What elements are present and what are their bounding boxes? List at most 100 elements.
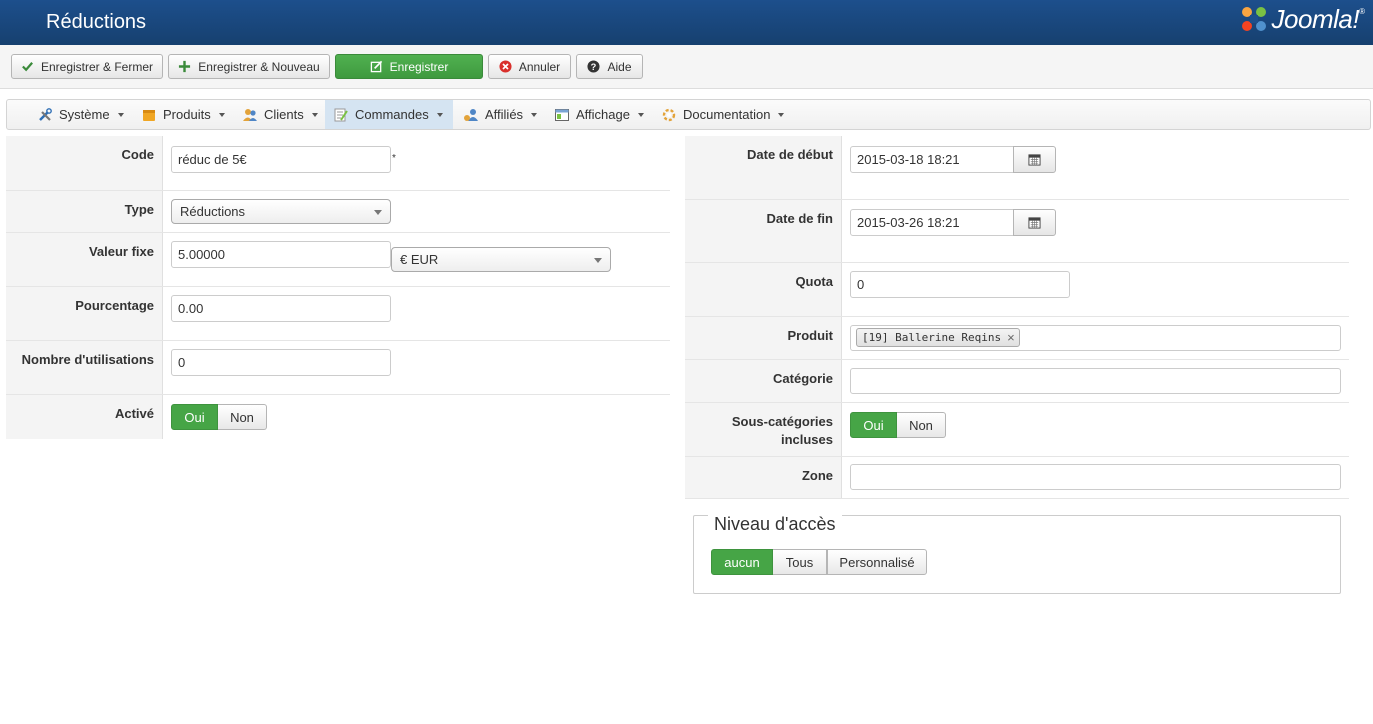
chevron-down-icon [778,112,785,117]
label-product: Produit [685,317,842,359]
quota-input[interactable]: 0 [850,271,1070,298]
menu-label-commandes: Commandes [355,107,429,122]
save-button[interactable]: Enregistrer [335,54,483,79]
chevron-down-icon [117,112,124,117]
menu-item-affilies[interactable]: Affiliés [455,100,545,129]
row-subcategories: Sous-catégories incluses [685,403,1349,457]
menu-label-affichage: Affichage [576,107,630,122]
uses-input[interactable]: 0 [171,349,391,376]
joomla-logo-icon [1241,7,1266,31]
menu-label-systeme: Système [59,107,110,122]
logo-registered: ® [1359,7,1365,16]
type-select[interactable]: Réductions [171,199,391,224]
currency-select-value: € EUR [400,252,439,267]
joomla-logo: Joomla! ® [1238,3,1365,35]
label-type: Type [6,191,163,232]
required-mark: * [392,153,396,164]
chevron-down-icon [374,210,382,215]
label-uses: Nombre d'utilisations [6,341,163,394]
label-code: Code [6,136,163,190]
orders-icon [334,108,348,121]
menu-item-documentation[interactable]: Documentation [653,100,792,129]
end-date-calendar-button[interactable] [1013,209,1056,236]
currency-select[interactable]: € EUR [391,247,611,272]
cancel-label: Annuler [518,59,561,74]
active-yes-option[interactable]: Oui [171,404,218,430]
box-icon [143,109,155,121]
access-option-none[interactable]: aucun [711,549,773,575]
chevron-down-icon [218,112,225,117]
access-option-custom[interactable]: Personnalisé [827,549,927,575]
active-toggle: Oui Non [171,404,267,430]
chevron-down-icon [436,112,443,117]
save-close-button[interactable]: Enregistrer & Fermer [11,54,163,79]
question-icon: ? [587,60,601,73]
label-active: Activé [6,395,163,439]
menu-label-documentation: Documentation [683,107,771,122]
menu-label-affilies: Affiliés [485,107,524,122]
save-close-label: Enregistrer & Fermer [40,59,154,74]
subcategories-yes-option[interactable]: Oui [850,412,897,438]
code-input[interactable]: réduc de 5€ [171,146,391,173]
access-level-toggle: aucun Tous Personnalisé [711,549,927,575]
page-title: Réductions [46,11,147,33]
cancel-button[interactable]: Annuler [488,54,571,79]
save-label: Enregistrer [389,59,449,74]
save-new-button[interactable]: Enregistrer & Nouveau [168,54,330,79]
logo-text: Joomla! [1271,3,1360,34]
chevron-down-icon [594,258,602,263]
percentage-input[interactable]: 0.00 [171,295,391,322]
label-fixed-value: Valeur fixe [6,233,163,286]
access-option-all[interactable]: Tous [773,549,827,575]
check-icon [22,62,33,72]
category-multiselect[interactable] [850,368,1341,394]
start-date-input[interactable]: 2015-03-18 18:21 [850,146,1014,173]
menu-item-systeme[interactable]: Système [29,100,132,129]
cancel-icon [499,60,512,73]
tools-icon [39,107,52,121]
label-quota: Quota [685,263,842,316]
component-menu: Système Produits Clients Commandes Affil… [6,99,1371,130]
product-tag: [19] Ballerine Reqins × [856,328,1020,347]
start-date-calendar-button[interactable] [1013,146,1056,173]
fixed-value-input[interactable]: 5.00000 [171,241,391,268]
svg-text:?: ? [591,62,597,72]
admin-header: Réductions Joomla! ® [0,0,1373,45]
remove-tag-icon[interactable]: × [1007,330,1015,345]
calendar-icon [1028,217,1041,229]
subcategories-toggle: Oui Non [850,412,946,438]
edit-icon [370,60,382,73]
help-button[interactable]: ? Aide [576,54,643,79]
type-select-value: Réductions [180,204,246,219]
menu-item-affichage[interactable]: Affichage [546,100,652,129]
subcategories-no-option[interactable]: Non [897,412,946,438]
zone-multiselect[interactable] [850,464,1341,490]
save-new-label: Enregistrer & Nouveau [198,59,320,74]
chevron-down-icon [531,112,538,117]
label-zone: Zone [685,457,842,498]
row-active: Activé [6,395,163,439]
label-subcategories: Sous-catégories incluses [685,403,842,456]
display-icon [555,108,569,121]
menu-item-clients[interactable]: Clients [234,100,326,129]
calendar-icon [1028,154,1041,166]
users-icon [243,108,257,121]
affiliates-icon [464,108,478,121]
menu-item-commandes[interactable]: Commandes [325,100,453,129]
product-tag-label: [19] Ballerine Reqins [862,331,1002,344]
menu-label-clients: Clients [264,107,304,122]
active-no-option[interactable]: Non [218,404,267,430]
toolbar: Enregistrer & Fermer Enregistrer & Nouve… [0,45,1373,89]
access-level-legend: Niveau d'accès [708,514,842,535]
label-percentage: Pourcentage [6,287,163,340]
label-start-date: Date de début [685,136,842,199]
label-end-date: Date de fin [685,200,842,262]
chevron-down-icon [637,112,644,117]
help-label: Aide [607,59,632,74]
chevron-down-icon [311,112,318,117]
menu-item-produits[interactable]: Produits [133,100,233,129]
help-icon [662,108,676,121]
end-date-input[interactable]: 2015-03-26 18:21 [850,209,1014,236]
plus-icon [179,60,191,73]
menu-label-produits: Produits [163,107,211,122]
